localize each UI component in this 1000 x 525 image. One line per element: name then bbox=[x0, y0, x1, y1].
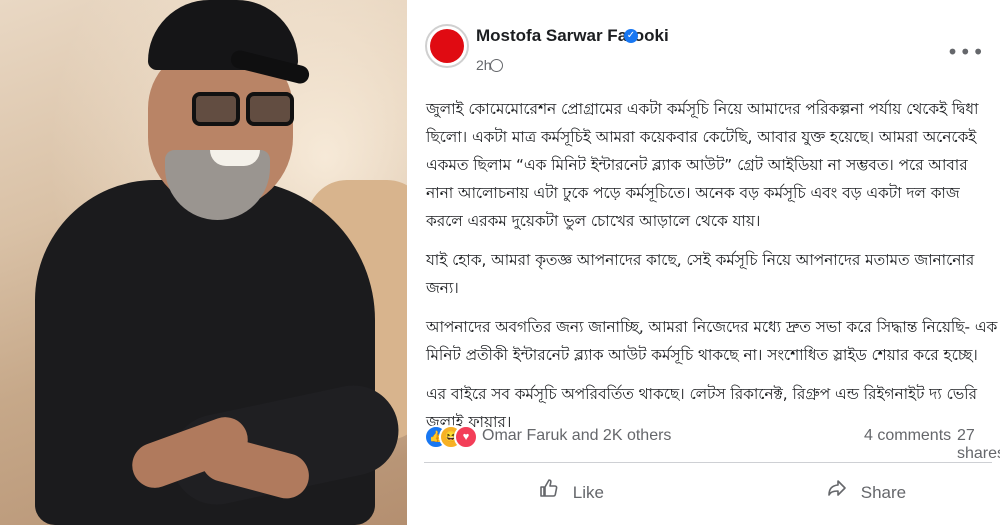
post-paragraph: জুলাই কোমেমোরেশন প্রোগ্রামের একটা কর্মসূ… bbox=[426, 100, 979, 230]
more-options-icon[interactable]: ••• bbox=[947, 40, 985, 64]
reaction-names[interactable]: Omar Faruk and 2K others bbox=[482, 427, 671, 445]
photo-glasses-left bbox=[192, 92, 240, 126]
share-button[interactable]: Share bbox=[826, 478, 906, 506]
love-reaction-icon[interactable]: ♥ bbox=[454, 425, 478, 449]
post-body: জুলাই কোমেমোরেশন প্রোগ্রামের একটা কর্মসূ… bbox=[426, 95, 998, 447]
reactions-bar: 👍 😆 ♥ Omar Faruk and 2K others 4 comment… bbox=[424, 425, 1000, 462]
facebook-post: Mostofa Sarwar Farooki ✓ 2h ••• জুলাই কো… bbox=[407, 0, 1000, 525]
share-arrow-icon bbox=[826, 478, 848, 503]
verified-badge-icon: ✓ bbox=[624, 29, 638, 43]
shares-count[interactable]: 27 shares bbox=[957, 427, 1000, 463]
like-label: Like bbox=[572, 483, 604, 502]
actions-divider bbox=[424, 462, 992, 463]
like-button[interactable]: Like bbox=[538, 478, 604, 506]
comments-count[interactable]: 4 comments bbox=[864, 427, 951, 445]
profile-photo bbox=[0, 0, 407, 525]
author-avatar[interactable] bbox=[425, 24, 469, 68]
avatar-red-dot bbox=[430, 29, 464, 63]
thumbs-up-icon bbox=[538, 478, 560, 503]
share-label: Share bbox=[860, 483, 907, 502]
post-paragraph: যাই হোক, আমরা কৃতজ্ঞ আপনাদের কাছে, সেই ক… bbox=[426, 251, 975, 297]
globe-icon bbox=[490, 59, 503, 72]
author-name[interactable]: Mostofa Sarwar Farooki bbox=[476, 26, 669, 46]
post-paragraph: আপনাদের অবগতির জন্য জানাচ্ছি, আমরা নিজেদ… bbox=[426, 318, 998, 364]
photo-glasses-right bbox=[246, 92, 294, 126]
